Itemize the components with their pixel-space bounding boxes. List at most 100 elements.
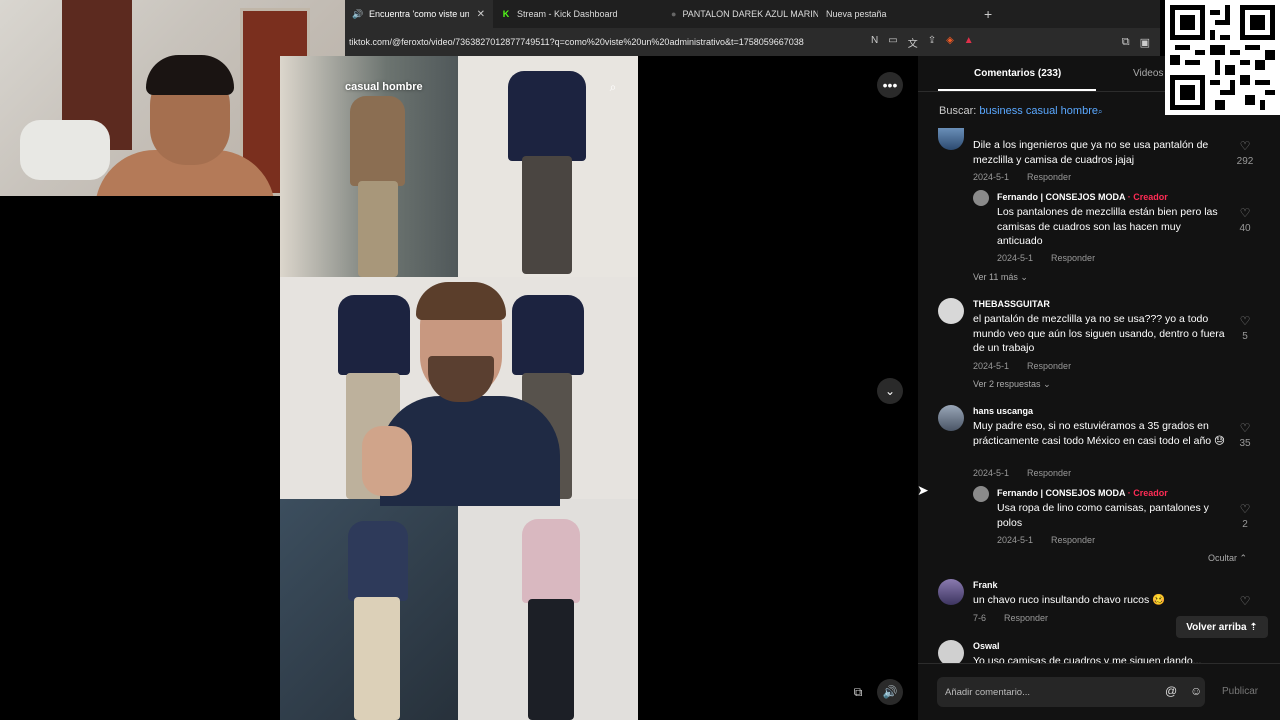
picture-in-picture-button[interactable]: ⧉ — [846, 680, 870, 704]
comment-author[interactable]: hans uscanga — [973, 406, 1033, 416]
speaker-icon: 🔊 — [352, 8, 364, 19]
chevron-down-icon: ⌄ — [884, 384, 896, 398]
creator-badge: · Creador — [1127, 488, 1168, 498]
view-replies-label: Ver 2 respuestas — [973, 379, 1041, 389]
search-prefix: Buscar: — [939, 105, 977, 117]
comment-meta: 7-6 Responder — [973, 613, 1048, 623]
model-sweater-left — [338, 295, 410, 375]
presenter-hand — [362, 426, 412, 496]
view-more-replies[interactable]: Ver 11 más ⌄ — [973, 272, 1028, 283]
comment-date: 2024-5-1 — [997, 253, 1034, 263]
sidebar-icon[interactable]: ▣ — [1140, 36, 1150, 49]
avatar[interactable] — [938, 128, 964, 150]
tab-label: Encuentra 'como viste un adm — [369, 9, 469, 19]
brave-rewards-icon[interactable]: ▲ — [964, 35, 974, 50]
like-count: 5 — [1242, 331, 1248, 342]
more-options-button[interactable]: ••• — [877, 72, 903, 98]
close-icon[interactable]: ✕ — [477, 9, 485, 20]
author-name: Fernando | CONSEJOS MODA — [997, 192, 1126, 202]
comment-meta: 2024-5-1 Responder — [973, 172, 1071, 182]
search-query[interactable]: business casual hombre — [979, 105, 1098, 117]
webcam-clothes — [20, 120, 110, 180]
comment-date: 2024-5-1 — [973, 172, 1010, 182]
reply-button[interactable]: Responder — [1027, 468, 1071, 478]
chevron-down-icon: ⌄ — [1020, 272, 1028, 282]
video-search-text: casual hombre — [345, 81, 423, 93]
comment-meta: 2024-5-1 Responder — [997, 253, 1095, 263]
next-video-button[interactable]: ⌄ — [877, 378, 903, 404]
avatar[interactable] — [938, 405, 964, 431]
comment-text: Yo uso camisas de cuadros y me siguen da… — [973, 655, 1202, 663]
brave-shield-icon[interactable]: ◈ — [946, 35, 954, 50]
comment-author[interactable]: Oswal — [973, 641, 1000, 651]
comment-date: 7-6 — [973, 613, 987, 623]
comment-meta: 2024-5-1 Responder — [973, 468, 1071, 478]
url-field[interactable]: tiktok.com/@feroxto/video/73638270128777… — [345, 37, 845, 47]
model-pants — [528, 599, 574, 720]
model-sweater-right — [512, 295, 584, 375]
avatar[interactable] — [938, 298, 964, 324]
reply-button[interactable]: Responder — [1004, 613, 1048, 623]
model-pants — [522, 156, 572, 274]
cast-icon[interactable]: ▭ — [888, 35, 897, 50]
tab-kick[interactable]: K Stream - Kick Dashboard — [493, 0, 653, 28]
tab-videos[interactable]: Videos — [1133, 68, 1163, 79]
tab-label: PANTALON DAREK AZUL MARINO — [682, 9, 818, 19]
reply-button[interactable]: Responder — [1051, 253, 1095, 263]
comment-search-line[interactable]: Buscar: business casual hombre⌕ — [939, 105, 1102, 117]
like-count: 40 — [1239, 223, 1251, 234]
heart-icon[interactable]: ♡ — [1235, 421, 1255, 435]
reply-button[interactable]: Responder — [1051, 535, 1095, 545]
translate-icon[interactable]: 文 — [908, 35, 918, 50]
comment-text: Muy padre eso, si no estuviéramos a 35 g… — [973, 420, 1225, 447]
heart-icon[interactable]: ♡ — [1235, 594, 1255, 608]
hide-replies[interactable]: Ocultar ⌃ — [1208, 553, 1247, 564]
extensions-icon[interactable]: ⧉ — [1122, 36, 1130, 49]
tab-pantalon[interactable]: ● PANTALON DAREK AZUL MARINO — [653, 0, 818, 28]
share-icon[interactable]: ⇪ — [928, 35, 936, 50]
video-cell-5 — [458, 499, 638, 720]
creator-badge: · Creador — [1127, 192, 1168, 202]
address-bar-icons: N ▭ 文 ⇪ ◈ ▲ — [871, 35, 974, 50]
like-count: 2 — [1242, 519, 1248, 530]
heart-icon[interactable]: ♡ — [1235, 502, 1255, 516]
comment-author[interactable]: Frank — [973, 580, 998, 590]
qr-code-icon — [1170, 5, 1275, 110]
read-mode-icon[interactable]: N — [871, 35, 878, 50]
comment-author[interactable]: Fernando | CONSEJOS MODA · Creador — [997, 192, 1168, 202]
tab-comments[interactable]: Comentarios (233) — [974, 68, 1061, 79]
comment-author[interactable]: Fernando | CONSEJOS MODA · Creador — [997, 488, 1168, 498]
comment-text: Los pantalones de mezclilla están bien p… — [997, 206, 1218, 247]
back-to-top-button[interactable]: Volver arriba ⇡ — [1176, 616, 1268, 638]
search-icon[interactable]: ⌕ — [601, 75, 625, 99]
avatar[interactable] — [973, 190, 989, 206]
comment-text: un chavo ruco insultando chavo rucos 🥴 — [973, 594, 1166, 606]
tab-nueva[interactable]: Nueva pestaña — [818, 0, 978, 28]
toolbar-right: ⧉ ▣ — [1122, 36, 1150, 49]
heart-icon[interactable]: ♡ — [1235, 314, 1255, 328]
heart-icon[interactable]: ♡ — [1235, 206, 1255, 220]
comment-date: 2024-5-1 — [973, 468, 1010, 478]
new-tab-button[interactable]: + — [984, 6, 992, 22]
video-player[interactable] — [280, 56, 638, 720]
webcam-person-hair — [146, 55, 234, 95]
publish-button[interactable]: Publicar — [1222, 686, 1258, 697]
mention-icon[interactable]: @ — [1165, 684, 1177, 698]
hide-label: Ocultar — [1208, 553, 1238, 563]
tab-tiktok[interactable]: 🔊 Encuentra 'como viste un adm ✕ — [345, 0, 493, 28]
model-pants — [358, 181, 398, 277]
reply-button[interactable]: Responder — [1027, 361, 1071, 371]
volume-button[interactable]: 🔊 — [877, 679, 903, 705]
comment-author[interactable]: THEBASSGUITAR — [973, 299, 1050, 309]
browser-tabstrip: 🔊 Encuentra 'como viste un adm ✕ K Strea… — [345, 0, 1160, 28]
video-search-overlay[interactable]: casual hombre ⌕ — [345, 73, 625, 101]
search-icon: ⌕ — [1097, 107, 1103, 116]
avatar[interactable] — [973, 486, 989, 502]
reply-button[interactable]: Responder — [1027, 172, 1071, 182]
emoji-icon[interactable]: ☺ — [1190, 684, 1202, 698]
heart-icon[interactable]: ♡ — [1235, 139, 1255, 153]
avatar[interactable] — [938, 579, 964, 605]
comment-text: Dile a los ingenieros que ya no se usa p… — [973, 139, 1209, 166]
view-replies[interactable]: Ver 2 respuestas ⌄ — [973, 379, 1051, 390]
comment-composer: Añadir comentario... @ ☺ Publicar — [918, 663, 1280, 720]
